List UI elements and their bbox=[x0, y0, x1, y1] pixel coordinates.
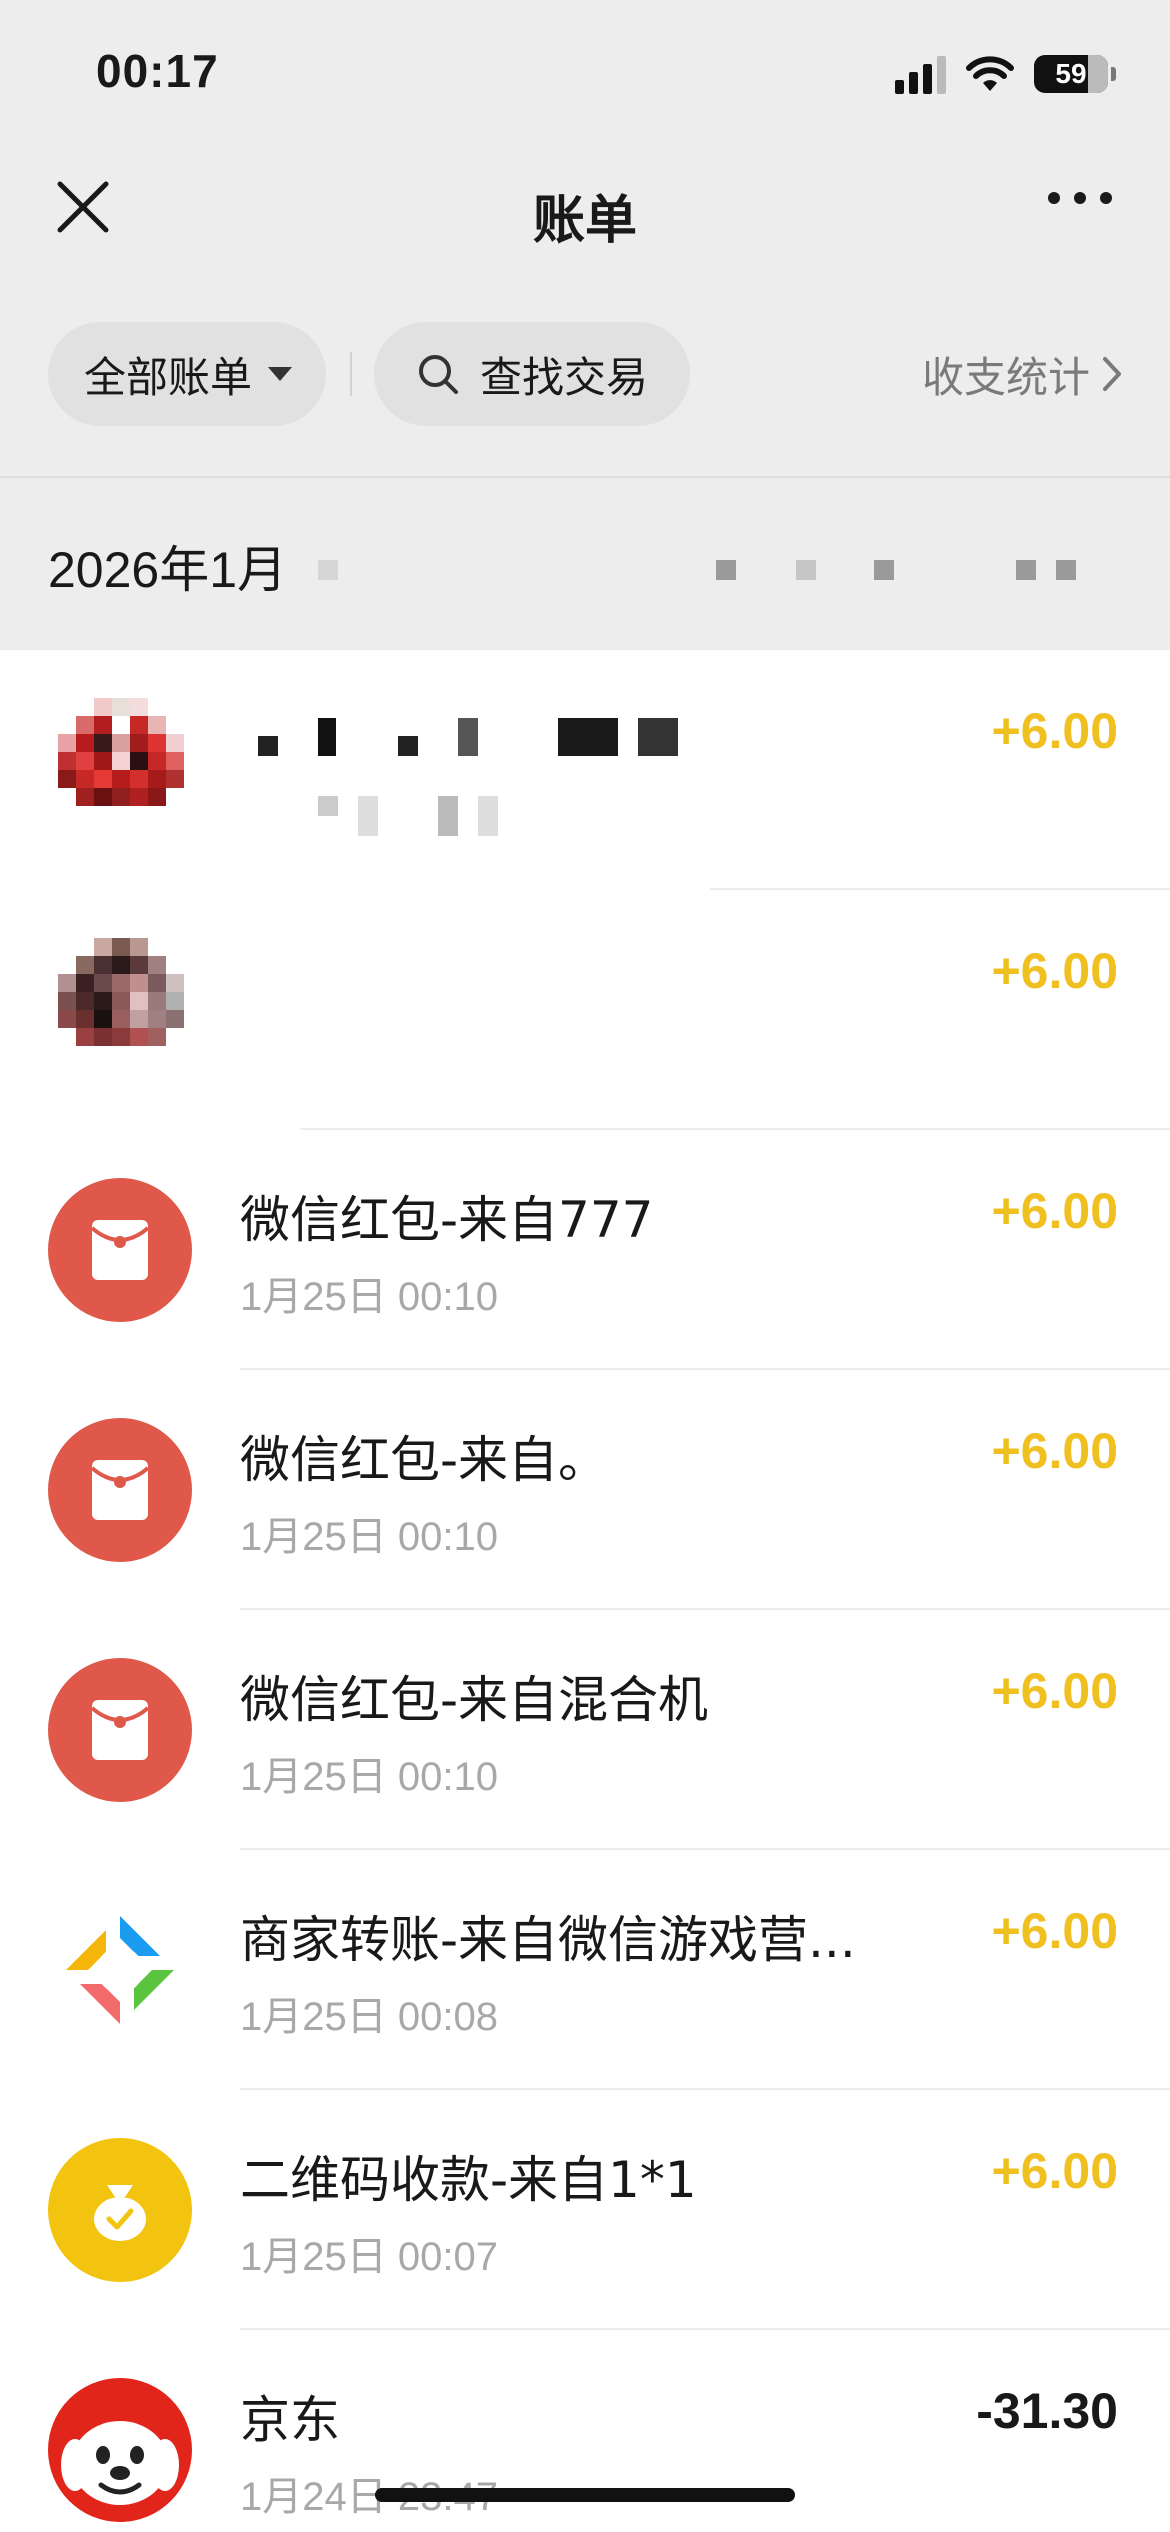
merchant-transfer-icon bbox=[48, 1898, 192, 2042]
transaction-amount: +6.00 bbox=[991, 703, 1118, 759]
transaction-amount: +6.00 bbox=[991, 2143, 1118, 2199]
income-expense-stats-link[interactable]: 收支统计 bbox=[922, 322, 1122, 426]
status-time: 00:17 bbox=[96, 45, 219, 97]
search-icon bbox=[419, 355, 458, 394]
transaction-time: 1月25日 00:07 bbox=[240, 2235, 498, 2279]
red-packet-icon bbox=[48, 1178, 192, 1322]
transaction-title: 京东 bbox=[240, 2391, 340, 2449]
transaction-amount: +6.00 bbox=[991, 1423, 1118, 1479]
cellular-signal-icon bbox=[895, 54, 946, 94]
transaction-row[interactable]: 微信红包-来自777 1月25日 00:10 +6.00 bbox=[0, 1130, 1170, 1370]
transaction-time: 1月25日 00:10 bbox=[240, 1755, 498, 1799]
stats-label: 收支统计 bbox=[921, 352, 1090, 402]
transaction-title: 微信红包-来自777 bbox=[240, 1191, 654, 1249]
transaction-list: +6.00 +6.00 微信红包-来自777 1月25日 00:10 +6.00… bbox=[0, 650, 1170, 2532]
red-packet-icon bbox=[48, 1658, 192, 1802]
more-icon[interactable] bbox=[1048, 192, 1112, 204]
month-header[interactable]: 2026年1月 bbox=[48, 530, 287, 602]
caret-down-icon bbox=[268, 367, 293, 381]
transaction-time: 1月25日 00:08 bbox=[240, 1995, 498, 2039]
redacted-avatar bbox=[58, 938, 202, 1082]
transaction-time: 1月25日 00:10 bbox=[240, 1275, 498, 1319]
transaction-row[interactable]: +6.00 bbox=[0, 650, 1170, 890]
battery-icon: 59 bbox=[1034, 55, 1116, 93]
transaction-time: 1月25日 00:10 bbox=[240, 1515, 498, 1559]
transaction-title: 微信红包-来自。 bbox=[240, 1431, 609, 1489]
transaction-title: 二维码收款-来自1*1 bbox=[240, 2151, 697, 2209]
transaction-amount: +6.00 bbox=[991, 1663, 1118, 1719]
transaction-row[interactable]: +6.00 bbox=[0, 890, 1170, 1316]
transaction-amount: -31.30 bbox=[976, 2383, 1118, 2439]
jd-icon bbox=[48, 2378, 192, 2522]
search-transaction-button[interactable]: 查找交易 bbox=[374, 322, 690, 426]
transaction-row[interactable]: 微信红包-来自混合机 1月25日 00:10 +6.00 bbox=[0, 1610, 1170, 1850]
filter-divider bbox=[350, 352, 352, 396]
wifi-icon bbox=[966, 56, 1014, 91]
battery-level: 59 bbox=[1055, 58, 1087, 89]
transaction-row[interactable]: 商家转账-来自微信游戏营... 1月25日 00:08 +6.00 bbox=[0, 1850, 1170, 2090]
redacted-avatar bbox=[58, 698, 202, 842]
transaction-row[interactable]: 二维码收款-来自1*1 1月25日 00:07 +6.00 bbox=[0, 2090, 1170, 2330]
transaction-title: 商家转账-来自微信游戏营... bbox=[240, 1911, 856, 1969]
chevron-right-icon bbox=[1103, 357, 1121, 391]
status-icons: 59 bbox=[895, 46, 1116, 102]
page-title: 账单 bbox=[532, 191, 637, 251]
transaction-title: 微信红包-来自混合机 bbox=[240, 1671, 709, 1729]
transaction-amount: +6.00 bbox=[991, 943, 1118, 999]
filter-row: 全部账单 查找交易 收支统计 bbox=[48, 322, 1122, 426]
transaction-amount: +6.00 bbox=[991, 1903, 1118, 1959]
all-bills-label: 全部账单 bbox=[84, 352, 253, 402]
red-packet-icon bbox=[48, 1418, 192, 1562]
header-separator bbox=[0, 476, 1170, 478]
transaction-amount: +6.00 bbox=[991, 1183, 1118, 1239]
all-bills-dropdown[interactable]: 全部账单 bbox=[48, 322, 326, 426]
home-indicator bbox=[375, 2488, 795, 2502]
qr-collect-icon bbox=[48, 2138, 192, 2282]
transaction-row[interactable]: 微信红包-来自。 1月25日 00:10 +6.00 bbox=[0, 1370, 1170, 1610]
search-transaction-label: 查找交易 bbox=[480, 352, 649, 402]
